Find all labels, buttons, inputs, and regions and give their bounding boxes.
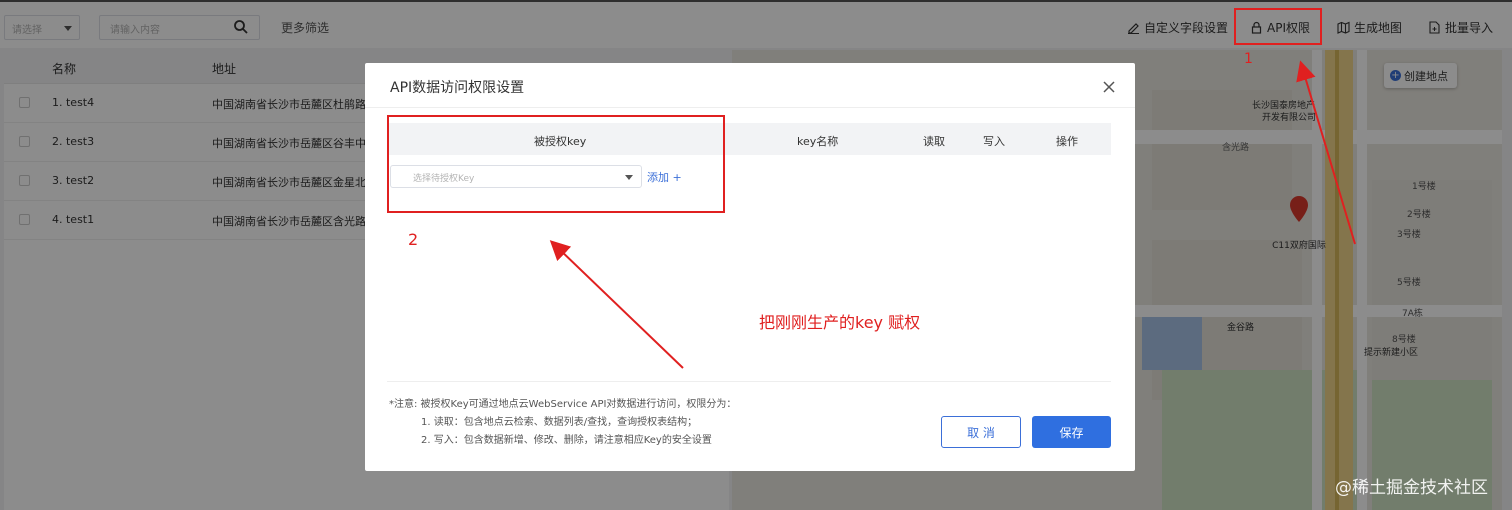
column-header-key-name: key名称 bbox=[797, 135, 839, 148]
api-permission-dialog: API数据访问权限设置 被授权key key名称 读取 写入 操作 选择待授权K… bbox=[365, 63, 1135, 471]
annotation-instruction: 把刚刚生产的key 赋权 bbox=[759, 313, 921, 332]
annotation-box-key-select bbox=[387, 115, 725, 213]
divider bbox=[365, 107, 1135, 108]
note-line-3: 2. 写入：包含数据新增、修改、删除，请注意相应Key的安全设置 bbox=[421, 435, 712, 446]
column-header-actions: 操作 bbox=[1056, 135, 1078, 148]
dialog-title: API数据访问权限设置 bbox=[390, 80, 525, 96]
note-line-2: 1. 读取：包含地点云检索、数据列表/查找，查询授权表结构； bbox=[421, 417, 698, 428]
save-button[interactable]: 保存 bbox=[1032, 416, 1111, 448]
watermark-text: @稀土掘金技术社区 bbox=[1335, 478, 1488, 498]
divider bbox=[387, 381, 1111, 382]
annotation-marker-1: 1 bbox=[1244, 51, 1253, 67]
annotation-marker-2: 2 bbox=[408, 230, 419, 249]
close-icon[interactable] bbox=[1102, 80, 1116, 94]
annotation-box-api-permission bbox=[1234, 8, 1322, 45]
cancel-button[interactable]: 取 消 bbox=[941, 416, 1021, 448]
column-header-write: 写入 bbox=[983, 135, 1005, 148]
column-header-read: 读取 bbox=[923, 135, 945, 148]
note-line-1: *注意: 被授权Key可通过地点云WebService API对数据进行访问，权… bbox=[389, 399, 737, 410]
